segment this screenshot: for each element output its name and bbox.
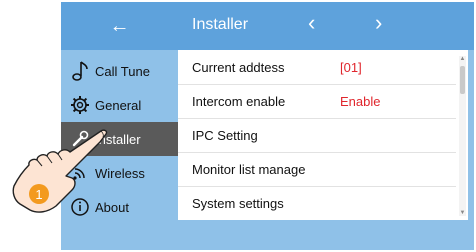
music-note-icon [65,60,95,82]
setting-label: Intercom enable [192,93,286,109]
device-screen: ← Installer ‹ › Call Tune General Instal… [61,2,474,250]
prev-page-icon[interactable]: ‹ [308,12,315,34]
sidebar-item-installer[interactable]: Installer [61,122,178,156]
sidebar-item-call-tune[interactable]: Call Tune [61,54,178,88]
step-badge: 1 [29,184,49,204]
setting-value: Enable [340,93,381,109]
wireless-icon [65,163,95,183]
settings-panel: Current addtess [01] Intercom enable Ena… [178,50,468,220]
sidebar-item-label: General [95,97,142,113]
top-header: Installer ‹ › [178,2,474,50]
scrollbar[interactable]: ▲ ▼ [459,56,466,216]
setting-row-monitor-list-manage[interactable]: Monitor list manage [178,152,456,187]
setting-label: Current addtess [192,59,285,75]
setting-label: IPC Setting [192,127,258,143]
scrollbar-thumb[interactable] [460,66,465,94]
sidebar-item-about[interactable]: About [61,190,178,224]
next-page-icon[interactable]: › [375,12,382,34]
sidebar: Call Tune General Installer Wireless Abo… [61,50,178,250]
gear-icon [65,95,95,115]
back-arrow-icon[interactable]: ← [110,15,130,38]
setting-label: System settings [192,195,284,211]
sidebar-item-general[interactable]: General [61,88,178,122]
setting-row-intercom-enable[interactable]: Intercom enable Enable [178,84,456,119]
info-icon [65,197,95,217]
setting-label: Monitor list manage [192,161,306,177]
scroll-up-icon[interactable]: ▲ [459,56,466,62]
wrench-icon [65,129,95,149]
sidebar-item-label: Installer [95,131,141,147]
setting-row-system-settings[interactable]: System settings [178,186,456,220]
sidebar-item-wireless[interactable]: Wireless [61,156,178,190]
page-title: Installer [192,16,249,33]
scroll-down-icon[interactable]: ▼ [459,210,466,216]
sidebar-item-label: Call Tune [95,63,150,79]
sidebar-header: ← [61,2,178,50]
setting-value: [01] [340,59,362,75]
setting-row-current-address[interactable]: Current addtess [01] [178,50,456,85]
setting-row-ipc-setting[interactable]: IPC Setting [178,118,456,153]
sidebar-item-label: Wireless [95,165,145,181]
sidebar-item-label: About [95,199,129,215]
